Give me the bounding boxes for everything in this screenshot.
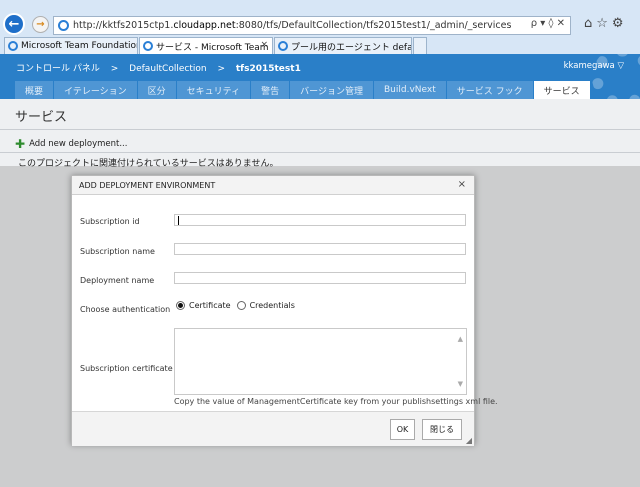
tab-alerts[interactable]: 警告 — [251, 81, 290, 99]
forward-arrow-icon: → — [36, 19, 45, 30]
authentication-label: Choose authentication — [80, 305, 171, 314]
settings-gear-icon[interactable]: ⚙ — [612, 16, 628, 31]
tab-areas[interactable]: 区分 — [137, 81, 176, 99]
certificate-label: Subscription certificate — [80, 364, 173, 373]
add-deployment-dialog: ADD DEPLOYMENT ENVIRONMENT × Subscriptio… — [71, 175, 498, 446]
tab-iterations[interactable]: イテレーション — [54, 81, 137, 99]
tab-close-icon[interactable]: × — [260, 40, 268, 50]
url-prefix: http://kktfs2015ctp1. — [73, 20, 174, 31]
close-button[interactable]: 閉じる — [422, 419, 462, 440]
browser-chrome: ← → http://kktfs2015ctp1. cloudapp.net:80… — [0, 0, 640, 54]
authentication-radio-group: Certificate Credentials — [176, 301, 301, 310]
tab-build-vnext[interactable]: Build.vNext — [373, 81, 446, 99]
address-tools[interactable]: ρ ▾ ◊ ✕ — [531, 18, 565, 29]
dialog-close-icon[interactable]: × — [458, 179, 466, 190]
breadcrumb-control-panel[interactable]: コントロール パネル — [16, 64, 100, 74]
divider — [0, 129, 640, 130]
back-arrow-icon: ← — [8, 16, 20, 32]
browser-tab-label: サービス - Microsoft Team ... — [156, 42, 273, 53]
scroll-up-icon[interactable]: ▲ — [458, 335, 463, 343]
back-button[interactable]: ← — [3, 13, 25, 35]
resize-grip-icon[interactable]: ◢ — [466, 436, 472, 445]
forward-button[interactable]: → — [32, 16, 49, 33]
text-caret — [178, 216, 179, 225]
certificate-textarea[interactable]: ▲ ▼ — [174, 328, 467, 395]
browser-tab-label: Microsoft Team Foundation... — [21, 41, 138, 51]
certificate-radio-label[interactable]: Certificate — [189, 301, 231, 310]
subscription-id-label: Subscription id — [80, 217, 140, 226]
user-menu[interactable]: kkamegawa ▽ — [564, 61, 624, 71]
browser-tab-strip: Microsoft Team Foundation... サービス - Micr… — [0, 37, 640, 54]
credentials-radio[interactable] — [236, 301, 246, 310]
tab-service-hooks[interactable]: サービス フック — [446, 81, 533, 99]
page-title: サービス — [15, 110, 68, 125]
subscription-name-label: Subscription name — [80, 247, 155, 256]
browser-tab-label: プール用のエージェント default -... — [291, 42, 411, 53]
url-suffix: :8080/tfs/DefaultCollection/tfs2015test1… — [235, 20, 512, 31]
new-tab-button[interactable] — [413, 37, 427, 54]
breadcrumb-collection[interactable]: DefaultCollection — [129, 64, 206, 74]
breadcrumb-separator: > — [217, 64, 225, 74]
ok-button[interactable]: OK — [390, 419, 415, 440]
browser-tab-2[interactable]: サービス - Microsoft Team ... × — [139, 37, 273, 54]
home-icon[interactable]: ⌂ — [584, 16, 596, 31]
subscription-id-input[interactable] — [174, 214, 466, 226]
certificate-radio[interactable] — [176, 301, 185, 310]
ie-tab-icon — [278, 41, 288, 51]
tab-overview[interactable]: 概要 — [15, 81, 54, 99]
url-host: cloudapp.net — [173, 20, 236, 31]
browser-tab-1[interactable]: Microsoft Team Foundation... — [4, 37, 138, 54]
add-deployment-label: Add new deployment... — [29, 139, 128, 149]
dialog-footer: OK 閉じる ◢ — [72, 411, 474, 446]
credentials-radio-label[interactable]: Credentials — [250, 301, 295, 310]
address-bar[interactable]: http://kktfs2015ctp1. cloudapp.net:8080/t… — [53, 16, 571, 35]
browser-tab-3[interactable]: プール用のエージェント default -... — [274, 37, 412, 54]
dialog-title: ADD DEPLOYMENT ENVIRONMENT — [72, 176, 474, 195]
scroll-down-icon[interactable]: ▼ — [458, 380, 463, 388]
subscription-name-input[interactable] — [174, 243, 466, 255]
ie-page-icon — [58, 20, 69, 31]
tab-security[interactable]: セキュリティ — [176, 81, 251, 99]
certificate-hint: Copy the value of ManagementCertificate … — [174, 397, 498, 406]
add-deployment-link[interactable]: ✚ Add new deployment... — [15, 137, 127, 151]
ie-tab-icon — [8, 41, 18, 51]
deployment-name-input[interactable] — [174, 272, 466, 284]
deployment-name-label: Deployment name — [80, 276, 155, 285]
breadcrumb-project[interactable]: tfs2015test1 — [236, 64, 301, 74]
ie-tab-icon — [143, 41, 153, 51]
admin-tabs: 概要 イテレーション 区分 セキュリティ 警告 バージョン管理 Build.vN… — [15, 81, 590, 99]
breadcrumb-separator: > — [110, 64, 119, 74]
breadcrumb: コントロール パネル > DefaultCollection > tfs2015… — [16, 61, 301, 74]
tfs-header: コントロール パネル > DefaultCollection > tfs2015… — [0, 54, 640, 99]
divider — [0, 152, 640, 153]
tab-version-control[interactable]: バージョン管理 — [290, 81, 373, 99]
tab-services[interactable]: サービス — [533, 81, 590, 99]
favorites-star-icon[interactable]: ☆ — [596, 16, 612, 31]
browser-toolbar-icons: ⌂☆⚙ — [584, 16, 628, 31]
plus-icon: ✚ — [15, 137, 26, 151]
